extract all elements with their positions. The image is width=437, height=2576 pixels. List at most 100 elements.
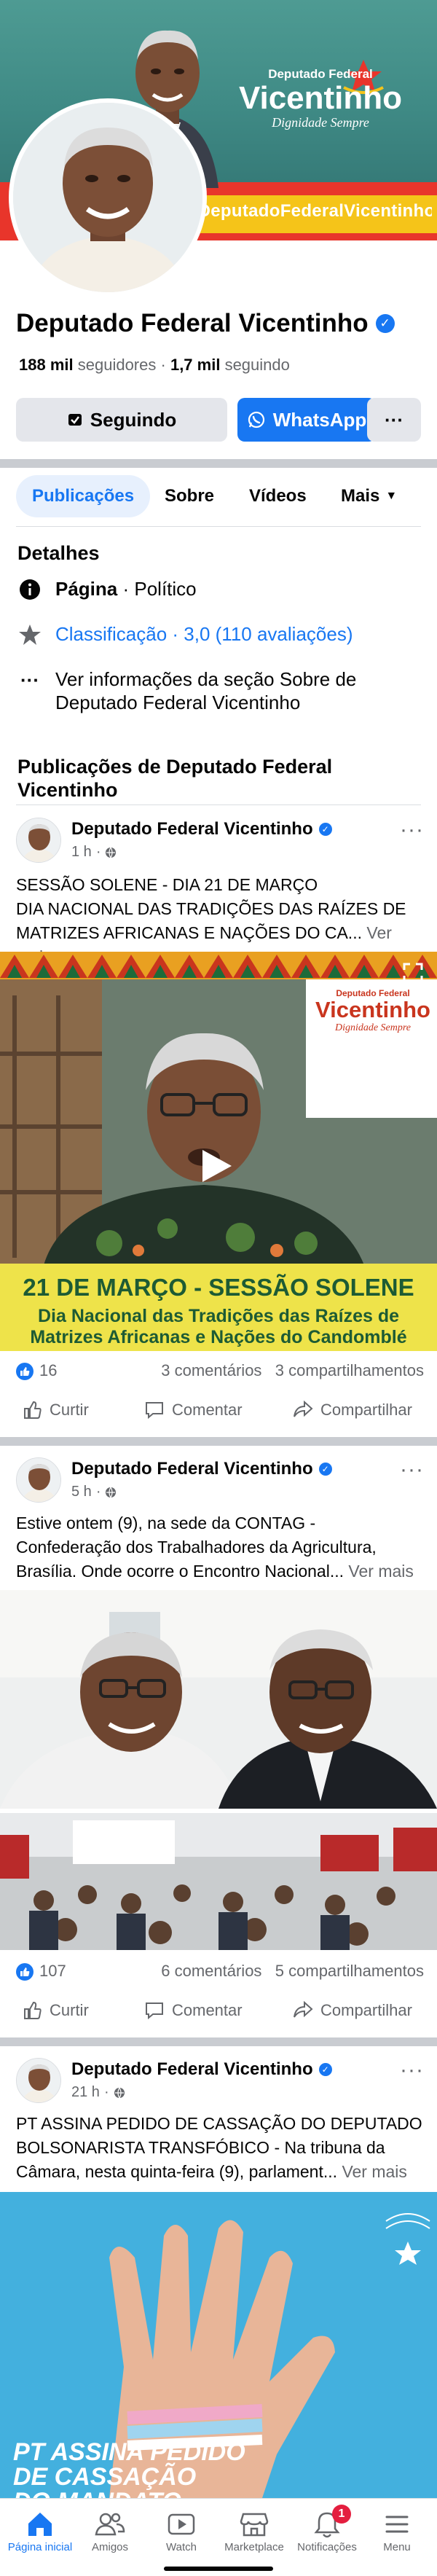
post-text-line3: MATRIZES AFRICANAS E NAÇÕES DO CA... xyxy=(16,923,362,942)
engagement-counts: 6 comentários 5 compartilhamentos xyxy=(161,1962,424,1981)
more-options-button[interactable]: ··· xyxy=(367,398,421,442)
following-button[interactable]: Seguindo xyxy=(16,398,227,442)
nav-friends[interactable]: Amigos xyxy=(70,2508,150,2553)
see-more-link[interactable]: Ver mais xyxy=(348,1562,413,1581)
like-label: Curtir xyxy=(50,2001,89,2019)
globe-icon xyxy=(106,847,117,858)
section-separator xyxy=(0,459,437,468)
post-author[interactable]: Deputado Federal Vicentinho ✓ xyxy=(71,1459,332,1479)
post-time-text: 1 h xyxy=(71,844,92,860)
category-prefix: Página xyxy=(55,578,118,600)
video-brand: Deputado Federal Vicentinho Dignidade Se… xyxy=(312,988,434,1034)
nav-menu[interactable]: Menu xyxy=(357,2508,437,2553)
post-author-avatar[interactable] xyxy=(16,818,61,863)
post-text-line2: DIA NACIONAL DAS TRADIÇÕES DAS RAÍZES DE xyxy=(16,899,406,918)
post-reactions[interactable]: 107 6 comentários 5 compartilhamentos xyxy=(16,1960,424,1985)
post-photo-1[interactable] xyxy=(0,1590,437,1809)
verified-badge-icon: ✓ xyxy=(318,2063,332,2076)
rating-link[interactable]: Classificação · 3,0 (110 avaliações) xyxy=(55,622,353,646)
share-icon xyxy=(294,1401,313,1417)
notification-badge: 1 xyxy=(332,2505,351,2524)
category-separator: · xyxy=(122,578,135,600)
expand-icon[interactable] xyxy=(402,962,424,984)
post-video[interactable]: Deputado Federal Vicentinho Dignidade Se… xyxy=(0,952,437,1351)
page-title: Deputado Federal Vicentinho ✓ xyxy=(16,309,424,338)
likes-count: 107 xyxy=(39,1962,66,1980)
comments-count[interactable]: 6 comentários xyxy=(161,1962,261,1980)
about-link-text[interactable]: Ver informações da seção Sobre de Deputa… xyxy=(55,668,376,714)
posts-section-title: Publicações de Deputado Federal Vicentin… xyxy=(17,756,333,801)
nav-home-label: Página inicial xyxy=(7,2541,73,2553)
time-separator: · xyxy=(95,844,101,860)
post-author[interactable]: Deputado Federal Vicentinho ✓ xyxy=(71,2059,332,2080)
post-time[interactable]: 1 h · xyxy=(71,844,117,861)
overlay-line2: DE CASSAÇÃO xyxy=(13,2463,197,2491)
whatsapp-button[interactable]: WhatsApp xyxy=(237,398,376,442)
menu-icon xyxy=(385,2516,409,2533)
share-button[interactable]: Compartilhar xyxy=(293,2001,412,2020)
category-value: Político xyxy=(134,578,197,600)
tab-videos[interactable]: Vídeos xyxy=(249,475,307,517)
like-button[interactable]: Curtir xyxy=(23,2001,89,2020)
play-icon[interactable] xyxy=(197,1147,235,1185)
cover-hashtag: #DeputadoFederalVicentinho xyxy=(188,201,432,221)
share-button[interactable]: Compartilhar xyxy=(293,1401,412,1420)
like-reaction-icon xyxy=(16,1963,34,1981)
shares-count[interactable]: 3 compartilhamentos xyxy=(275,1361,424,1379)
profile-avatar[interactable] xyxy=(9,98,207,297)
post-header: Deputado Federal Vicentinho ✓ 1 h · ··· xyxy=(16,818,424,866)
post-author-name: Deputado Federal Vicentinho xyxy=(71,819,313,839)
following-check-icon xyxy=(68,414,82,426)
post-author-name: Deputado Federal Vicentinho xyxy=(71,2059,313,2079)
nav-watch[interactable]: Watch xyxy=(141,2508,221,2553)
post-text-line3: Câmara, nesta quinta-feira (9), parlamen… xyxy=(16,2162,338,2181)
nav-home[interactable]: Página inicial xyxy=(0,2508,80,2553)
post-time[interactable]: 5 h · xyxy=(71,1484,117,1500)
globe-icon xyxy=(114,2087,125,2099)
profile-stats[interactable]: 188 mil seguidores · 1,7 mil seguindo xyxy=(19,356,290,375)
post-author-name: Deputado Federal Vicentinho xyxy=(71,1459,313,1479)
like-label: Curtir xyxy=(50,1401,89,1419)
verified-badge-icon: ✓ xyxy=(375,314,395,333)
share-label: Compartilhar xyxy=(320,2001,412,2019)
like-icon xyxy=(24,1401,42,1419)
post-options-icon[interactable]: ··· xyxy=(400,2058,424,2083)
nav-notifications[interactable]: 1 Notificações xyxy=(287,2505,367,2553)
comment-button[interactable]: Comentar xyxy=(144,1401,243,1420)
post-text-line2: Confederação dos Trabalhadores da Agricu… xyxy=(16,1538,377,1557)
comment-button[interactable]: Comentar xyxy=(144,2001,243,2020)
video-brand-line3: Dignidade Sempre xyxy=(334,1022,412,1033)
post-reactions[interactable]: 16 3 comentários 3 compartilhamentos xyxy=(16,1360,424,1385)
post-options-icon[interactable]: ··· xyxy=(400,818,424,842)
like-button[interactable]: Curtir xyxy=(23,1401,89,1420)
shares-count[interactable]: 5 compartilhamentos xyxy=(275,1962,424,1980)
post-author-avatar[interactable] xyxy=(16,1457,61,1503)
post-actions: Curtir Comentar Compartilhar xyxy=(16,2001,424,2033)
detail-about[interactable]: ··· Ver informações da seção Sobre de De… xyxy=(17,668,425,714)
post-options-icon[interactable]: ··· xyxy=(400,1457,424,1482)
video-banner-sub1: Dia Nacional das Tradições das Raízes de xyxy=(37,1306,400,1326)
followers-label: seguidores xyxy=(77,356,157,374)
tab-mais[interactable]: Mais ▼ xyxy=(341,475,397,517)
whatsapp-icon xyxy=(248,411,264,428)
tabs-divider xyxy=(16,526,421,527)
bottom-nav: Página inicial Amigos Watch Marketplace … xyxy=(0,2498,437,2576)
more-dots-icon: ··· xyxy=(385,408,403,431)
post-text-line1: PT ASSINA PEDIDO DE CASSAÇÃO DO DEPUTADO xyxy=(16,2114,422,2133)
detail-category: Página · Político xyxy=(17,577,425,602)
info-icon xyxy=(17,577,42,602)
tab-sobre[interactable]: Sobre xyxy=(165,475,214,517)
comments-count[interactable]: 3 comentários xyxy=(161,1361,261,1379)
following-button-label: Seguindo xyxy=(90,408,177,431)
nav-marketplace[interactable]: Marketplace xyxy=(214,2508,294,2553)
post-text: PT ASSINA PEDIDO DE CASSAÇÃO DO DEPUTADO… xyxy=(16,2112,424,2184)
tab-publicacoes[interactable]: Publicações xyxy=(16,475,151,517)
post-photo-3[interactable]: PT ASSINA PEDIDO DE CASSAÇÃO DO MANDATO xyxy=(0,2192,437,2498)
see-more-link[interactable]: Ver mais xyxy=(342,2162,406,2181)
post-author-avatar[interactable] xyxy=(16,2058,61,2103)
post-photo-2[interactable] xyxy=(0,1813,437,1950)
post-author[interactable]: Deputado Federal Vicentinho ✓ xyxy=(71,819,332,839)
post-time[interactable]: 21 h · xyxy=(71,2084,125,2101)
watch-icon xyxy=(168,2513,195,2535)
detail-rating[interactable]: Classificação · 3,0 (110 avaliações) xyxy=(17,622,425,647)
